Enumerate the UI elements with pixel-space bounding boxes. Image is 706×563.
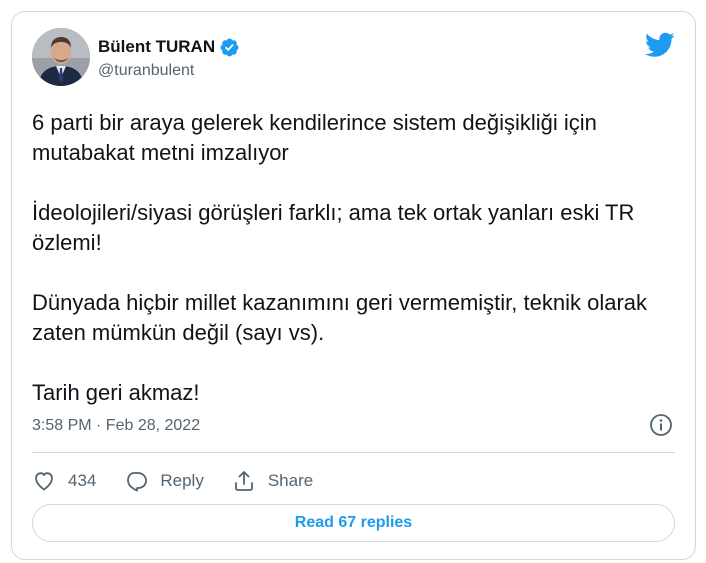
author-name-row[interactable]: Bülent TURAN [98, 36, 240, 58]
verified-badge-icon [219, 37, 240, 58]
tweet-timestamp[interactable]: 3:58 PM · Feb 28, 2022 [32, 417, 200, 435]
reply-label: Reply [160, 471, 204, 490]
tweet-paragraph: İdeolojileri/siyasi görüşleri farklı; am… [32, 200, 635, 255]
heart-icon [35, 472, 53, 491]
share-label: Share [267, 471, 314, 490]
tweet-paragraph: Dünyada hiçbir millet kazanımını geri ve… [32, 290, 648, 345]
like-button[interactable]: 434 [32, 469, 96, 493]
tweet-text: 6 parti bir araya gelerek kendilerince s… [32, 108, 682, 408]
author-handle[interactable]: @turanbulent [98, 62, 194, 80]
reply-button[interactable]: Reply [124, 469, 204, 493]
divider [32, 452, 675, 453]
share-icon [234, 471, 253, 491]
twitter-bird-icon[interactable] [644, 32, 675, 58]
share-button[interactable]: Share [232, 469, 313, 493]
info-icon[interactable] [649, 413, 673, 437]
tweet-paragraph: 6 parti bir araya gelerek kendilerince s… [32, 110, 597, 165]
read-replies-button[interactable]: Read 67 replies [32, 504, 675, 542]
avatar[interactable] [32, 28, 90, 86]
action-bar: 434 Reply Share [32, 466, 341, 496]
reply-bubble-icon [127, 472, 148, 492]
like-count: 434 [68, 471, 97, 490]
author-display-name[interactable]: Bülent TURAN [98, 37, 215, 57]
tweet-card: Bülent TURAN @turanbulent 6 parti bir ar… [11, 11, 696, 560]
tweet-paragraph: Tarih geri akmaz! [32, 380, 200, 405]
